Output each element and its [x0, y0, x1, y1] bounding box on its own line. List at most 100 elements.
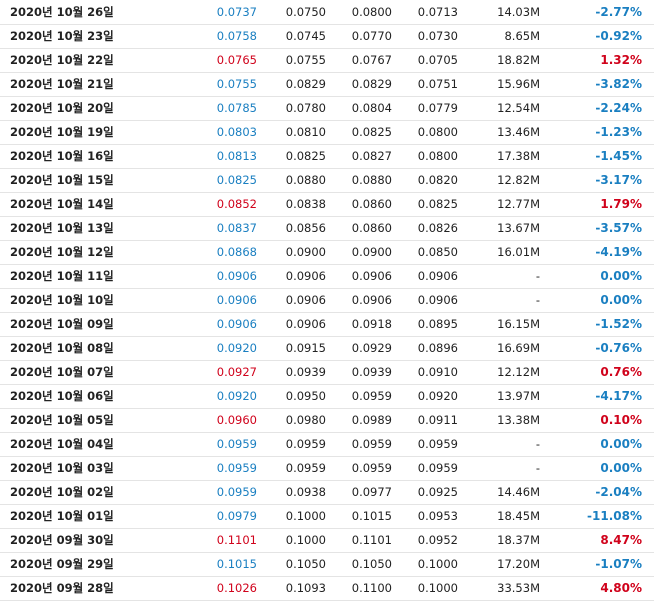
- open-price-cell: 0.0745: [285, 29, 326, 43]
- close-price-cell: 0.0852: [216, 197, 257, 211]
- open-price-cell: 0.0856: [285, 221, 326, 235]
- date-cell: 2020년 10월 20일: [10, 101, 114, 115]
- open-price-cell: 0.0906: [285, 317, 326, 331]
- date-cell: 2020년 10월 06일: [10, 389, 114, 403]
- high-price-cell: 0.0827: [351, 149, 392, 163]
- volume-cell: 15.96M: [497, 77, 540, 91]
- change-percent-cell: 8.47%: [600, 533, 642, 547]
- change-percent-cell: -2.24%: [595, 101, 642, 115]
- low-price-cell: 0.1000: [417, 557, 458, 571]
- low-price-cell: 0.0952: [417, 533, 458, 547]
- high-price-cell: 0.0829: [351, 77, 392, 91]
- date-cell: 2020년 09월 29일: [10, 557, 114, 571]
- close-price-cell: 0.0737: [216, 4, 257, 19]
- change-percent-cell: 0.00%: [600, 269, 642, 283]
- change-percent-cell: 0.00%: [600, 293, 642, 307]
- open-price-cell: 0.1050: [285, 557, 326, 571]
- low-price-cell: 0.0959: [417, 461, 458, 475]
- change-percent-cell: -11.08%: [587, 509, 642, 523]
- high-price-cell: 0.0900: [351, 245, 392, 259]
- volume-cell: -: [535, 437, 540, 451]
- volume-cell: 16.01M: [497, 245, 540, 259]
- low-price-cell: 0.0779: [417, 101, 458, 115]
- change-percent-cell: -2.77%: [595, 4, 642, 19]
- low-price-cell: 0.0910: [417, 365, 458, 379]
- table-row: 2020년 09월 30일 0.1101 0.1000 0.1101 0.0952 18.…: [0, 528, 654, 552]
- low-price-cell: 0.0953: [417, 509, 458, 523]
- close-price-cell: 0.1101: [216, 533, 257, 547]
- high-price-cell: 0.1050: [351, 557, 392, 571]
- open-price-cell: 0.0755: [285, 53, 326, 67]
- close-price-cell: 0.0906: [216, 317, 257, 331]
- change-percent-cell: -1.52%: [595, 317, 642, 331]
- open-price-cell: 0.0750: [285, 4, 326, 19]
- volume-cell: 14.03M: [497, 4, 540, 19]
- volume-cell: -: [535, 461, 540, 475]
- low-price-cell: 0.0713: [417, 4, 458, 19]
- close-price-cell: 0.1015: [216, 557, 257, 571]
- volume-cell: 16.69M: [497, 341, 540, 355]
- table-row: 2020년 10월 14일 0.0852 0.0838 0.0860 0.0825 12.…: [0, 192, 654, 216]
- low-price-cell: 0.0959: [417, 437, 458, 451]
- high-price-cell: 0.0959: [351, 461, 392, 475]
- close-price-cell: 0.0825: [216, 173, 257, 187]
- change-percent-cell: -3.82%: [595, 77, 642, 91]
- high-price-cell: 0.0880: [351, 173, 392, 187]
- table-row: 2020년 10월 05일 0.0960 0.0980 0.0989 0.0911 13.…: [0, 408, 654, 432]
- volume-cell: 12.77M: [497, 197, 540, 211]
- change-percent-cell: -4.19%: [595, 245, 642, 259]
- volume-cell: 13.46M: [497, 125, 540, 139]
- change-percent-cell: -0.76%: [595, 341, 642, 355]
- table-row: 2020년 10월 10일 0.0906 0.0906 0.0906 0.0906 - 0.…: [0, 288, 654, 312]
- volume-cell: 13.67M: [497, 221, 540, 235]
- table-row: 2020년 10월 21일 0.0755 0.0829 0.0829 0.0751 15.…: [0, 72, 654, 96]
- low-price-cell: 0.0895: [417, 317, 458, 331]
- close-price-cell: 0.0765: [216, 53, 257, 67]
- change-percent-cell: -3.17%: [595, 173, 642, 187]
- change-percent-cell: -3.57%: [595, 221, 642, 235]
- close-price-cell: 0.0959: [216, 485, 257, 499]
- volume-cell: 18.45M: [497, 509, 540, 523]
- volume-cell: 13.38M: [497, 413, 540, 427]
- open-price-cell: 0.0939: [285, 365, 326, 379]
- change-percent-cell: 4.80%: [600, 581, 642, 595]
- table-row: 2020년 09월 29일 0.1015 0.1050 0.1050 0.1000 17.…: [0, 552, 654, 576]
- open-price-cell: 0.0825: [285, 149, 326, 163]
- table-row: 2020년 10월 02일 0.0959 0.0938 0.0977 0.0925 14.…: [0, 480, 654, 504]
- table-row: 2020년 10월 01일 0.0979 0.1000 0.1015 0.0953 18.…: [0, 504, 654, 528]
- open-price-cell: 0.0915: [285, 341, 326, 355]
- table-row: 2020년 10월 19일 0.0803 0.0810 0.0825 0.0800 13.…: [0, 120, 654, 144]
- open-price-cell: 0.0906: [285, 293, 326, 307]
- date-cell: 2020년 10월 15일: [10, 173, 114, 187]
- date-cell: 2020년 10월 08일: [10, 341, 114, 355]
- date-cell: 2020년 10월 03일: [10, 461, 114, 475]
- close-price-cell: 0.0927: [216, 365, 257, 379]
- close-price-cell: 0.0959: [216, 461, 257, 475]
- table-row: 2020년 10월 09일 0.0906 0.0906 0.0918 0.0895 16.…: [0, 312, 654, 336]
- change-percent-cell: -2.04%: [595, 485, 642, 499]
- open-price-cell: 0.0780: [285, 101, 326, 115]
- date-cell: 2020년 10월 09일: [10, 317, 114, 331]
- table-row: 2020년 10월 20일 0.0785 0.0780 0.0804 0.0779 12.…: [0, 96, 654, 120]
- date-cell: 2020년 10월 26일: [10, 4, 114, 19]
- date-cell: 2020년 10월 19일: [10, 125, 114, 139]
- open-price-cell: 0.0950: [285, 389, 326, 403]
- close-price-cell: 0.0785: [216, 101, 257, 115]
- open-price-cell: 0.0829: [285, 77, 326, 91]
- change-percent-cell: -0.92%: [595, 29, 642, 43]
- volume-cell: 18.82M: [497, 53, 540, 67]
- high-price-cell: 0.0929: [351, 341, 392, 355]
- date-cell: 2020년 09월 28일: [10, 581, 114, 595]
- table-row: 2020년 10월 08일 0.0920 0.0915 0.0929 0.0896 16.…: [0, 336, 654, 360]
- table-row: 2020년 10월 11일 0.0906 0.0906 0.0906 0.0906 - 0.…: [0, 264, 654, 288]
- date-cell: 2020년 10월 21일: [10, 77, 114, 91]
- open-price-cell: 0.0959: [285, 437, 326, 451]
- low-price-cell: 0.0825: [417, 197, 458, 211]
- change-percent-cell: 0.10%: [600, 413, 642, 427]
- volume-cell: 17.38M: [497, 149, 540, 163]
- high-price-cell: 0.0977: [351, 485, 392, 499]
- low-price-cell: 0.1000: [417, 581, 458, 595]
- close-price-cell: 0.1026: [216, 581, 257, 595]
- change-percent-cell: 0.00%: [600, 461, 642, 475]
- low-price-cell: 0.0705: [417, 53, 458, 67]
